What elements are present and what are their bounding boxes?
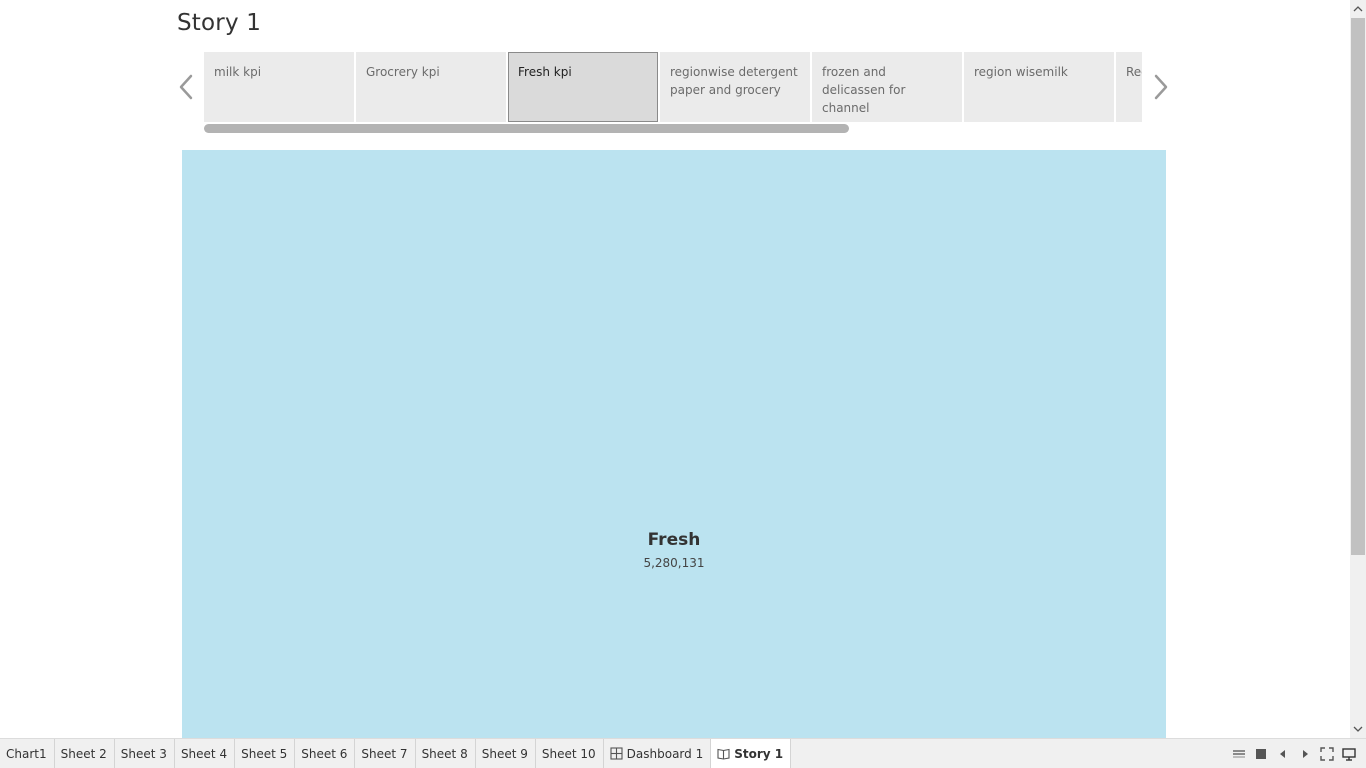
sheet-tab-label: Sheet 4 [180, 746, 228, 761]
sheet-tab-sheet-5[interactable]: Sheet 5 [235, 739, 296, 768]
story-point-3[interactable]: regionwise detergent paper and grocery [660, 52, 810, 122]
story-point-5[interactable]: region wisemilk [964, 52, 1114, 122]
scroll-up-icon[interactable] [1353, 4, 1363, 14]
sheet-tab-label: Sheet 9 [481, 746, 528, 761]
sheet-tab-bar: Chart1 Sheet 2 Sheet 3 Sheet 4 Sheet 5 Sheet … [0, 738, 1366, 768]
sheet-tab-label: Dashboard 1 [626, 746, 704, 761]
show-filmstrip-button[interactable] [1250, 739, 1272, 768]
sheet-tab-label: Sheet 2 [60, 746, 107, 761]
previous-story-point-button[interactable] [176, 70, 198, 104]
sheet-tab-label: Sheet 8 [421, 746, 468, 761]
story-icon [717, 748, 730, 760]
story-point-0[interactable]: milk kpi [204, 52, 354, 122]
sheet-tab-label: Sheet 10 [541, 746, 596, 761]
presentation-mode-button[interactable] [1316, 739, 1338, 768]
sheet-tab-sheet-7[interactable]: Sheet 7 [355, 739, 416, 768]
chevron-left-icon [179, 74, 193, 100]
show-sheet-sorter-button[interactable] [1228, 739, 1250, 768]
sheet-tab-sheet-8[interactable]: Sheet 8 [416, 739, 476, 768]
treemap-tile-fresh[interactable]: Fresh 5,280,131 [182, 150, 1166, 738]
tile-value: 5,280,131 [643, 556, 705, 570]
previous-sheet-icon [1280, 749, 1285, 758]
sheet-tab-sheet-4[interactable]: Sheet 4 [175, 739, 236, 768]
sheet-tab-sheet-10[interactable]: Sheet 10 [536, 739, 604, 768]
device-preview-button[interactable] [1338, 739, 1360, 768]
show-filmstrip-icon [1256, 748, 1266, 759]
story-point-4[interactable]: frozen and delicassen for channel [812, 52, 962, 122]
story-navigator: milk kpi Grocrery kpi Fresh kpi regionwise … [204, 52, 1142, 122]
sheet-tab-label: Sheet 6 [301, 746, 348, 761]
story-points-scrollbar[interactable] [204, 124, 849, 133]
sheet-tab-sheet-9[interactable]: Sheet 9 [476, 739, 536, 768]
tile-name: Fresh [647, 530, 701, 550]
story-title: Story 1 [177, 10, 262, 36]
sheet-tab-sheet-2[interactable]: Sheet 2 [55, 739, 115, 768]
sheet-tab-label: Sheet 3 [120, 746, 167, 761]
sheet-tab-sheet-6[interactable]: Sheet 6 [295, 739, 356, 768]
previous-sheet-button[interactable] [1272, 739, 1294, 768]
sheet-tab-dashboard-1[interactable]: Dashboard 1 [604, 739, 712, 768]
presentation-mode-icon [1320, 746, 1334, 761]
dashboard-icon [610, 747, 623, 760]
sheet-tab-label: Sheet 5 [241, 746, 288, 761]
story-canvas: Story 1 milk kpi Grocrery kpi Fresh kpi reg… [0, 0, 1350, 738]
story-point-2[interactable]: Fresh kpi [508, 52, 658, 122]
sheet-tab-sheet-3[interactable]: Sheet 3 [115, 739, 175, 768]
next-sheet-button[interactable] [1294, 739, 1316, 768]
story-point-6[interactable]: Region [1116, 52, 1142, 122]
story-point-1[interactable]: Grocrery kpi [356, 52, 506, 122]
show-sheet-sorter-icon [1233, 749, 1245, 758]
sheet-tab-chart1[interactable]: Chart1 [0, 739, 55, 768]
sheet-tab-label: Story 1 [734, 746, 784, 761]
tab-bar-tools [1228, 739, 1360, 768]
scrollbar-thumb[interactable] [1351, 18, 1365, 555]
vertical-scrollbar[interactable] [1350, 0, 1366, 738]
device-preview-icon [1342, 747, 1356, 761]
sheet-tab-label: Chart1 [6, 746, 47, 761]
sheet-tab-label: Sheet 7 [361, 746, 408, 761]
next-story-point-button[interactable] [1149, 70, 1171, 104]
sheet-tabs: Chart1 Sheet 2 Sheet 3 Sheet 4 Sheet 5 Sheet … [0, 739, 792, 768]
sheet-tab-story-1[interactable]: Story 1 [711, 739, 792, 768]
chevron-right-icon [1154, 74, 1168, 100]
next-sheet-icon [1303, 749, 1308, 758]
scroll-down-icon[interactable] [1353, 724, 1363, 734]
